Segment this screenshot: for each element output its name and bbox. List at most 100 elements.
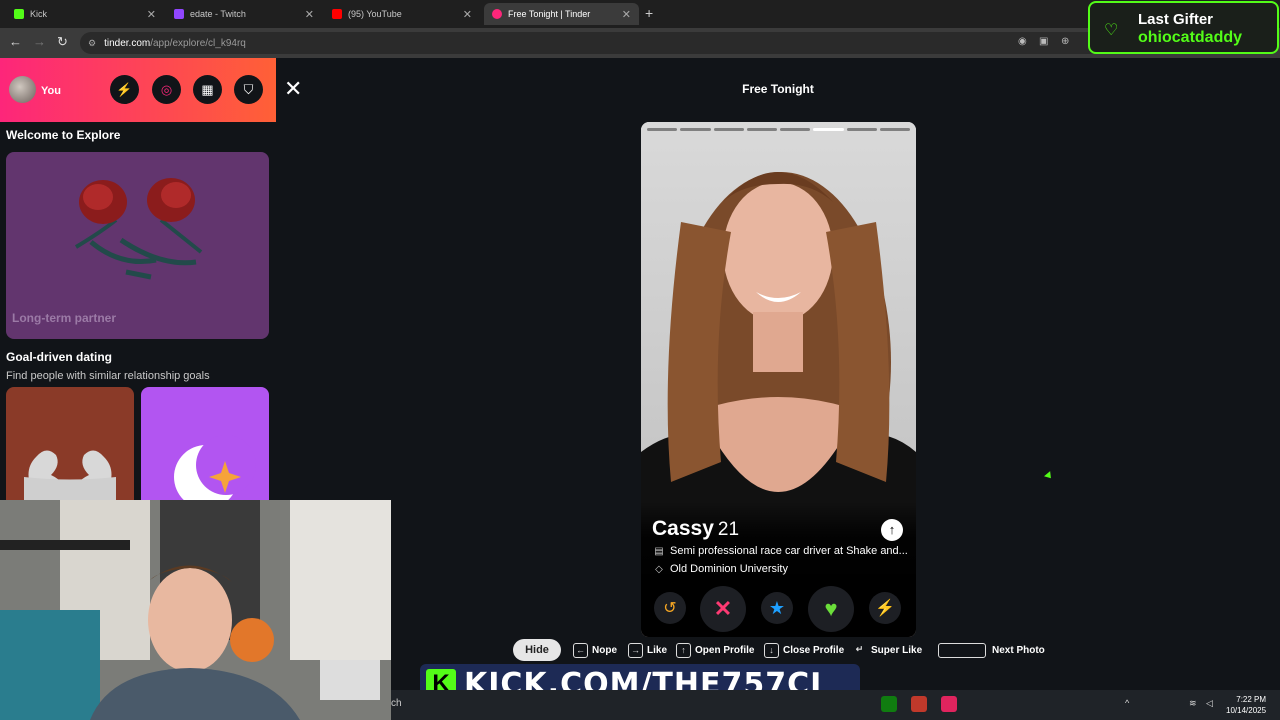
tab-youtube[interactable]: (95) YouTube ✕ bbox=[324, 3, 480, 25]
app-icon[interactable] bbox=[911, 696, 927, 712]
shield-icon: ⛉ bbox=[243, 81, 254, 97]
install-app-icon[interactable]: ▣ bbox=[1039, 36, 1048, 47]
url-site: tinder.com bbox=[104, 37, 151, 49]
goal-subtitle: Find people with similar relationship go… bbox=[6, 370, 210, 382]
photo-progress-segment[interactable] bbox=[746, 128, 777, 131]
site-info-icon[interactable]: ⚙ bbox=[88, 38, 96, 49]
photo-progress-segment[interactable] bbox=[780, 128, 811, 131]
kick-icon bbox=[14, 9, 24, 19]
youtube-icon bbox=[332, 9, 342, 19]
graduation-cap-icon: ◇ bbox=[655, 563, 663, 575]
reload-icon[interactable]: ↻ bbox=[57, 34, 68, 50]
wifi-icon[interactable]: ≋ bbox=[1189, 698, 1197, 709]
super-like-button[interactable]: ★ bbox=[761, 592, 793, 624]
compass-icon: ◎ bbox=[160, 81, 173, 97]
welcome-title: Welcome to Explore bbox=[6, 128, 121, 142]
app-icon[interactable] bbox=[941, 696, 957, 712]
briefcase-icon: ▦ bbox=[201, 81, 214, 97]
hint-super-like-label: Super Like bbox=[871, 644, 923, 656]
gifter-title: Last Gifter bbox=[1138, 11, 1214, 28]
windows-taskbar: ch ^ ≋ ◁ 7:22 PM 10/14/2025 bbox=[391, 690, 1280, 720]
location-icon[interactable]: ◉ bbox=[1018, 36, 1027, 47]
page-title: Free Tonight bbox=[742, 82, 814, 96]
hint-open-profile: ↑ Open Profile bbox=[676, 639, 754, 661]
longterm-partner-label: Long-term partner bbox=[12, 311, 117, 325]
profile-label[interactable]: You bbox=[41, 85, 61, 97]
explore-sidebar: You ⚡ ◎ ▦ ⛉ Welcome to Explore Long-term… bbox=[0, 58, 276, 500]
taskbar-clock[interactable]: 7:22 PM 10/14/2025 bbox=[1226, 694, 1266, 716]
age-text: 21 bbox=[717, 519, 740, 540]
forward-icon[interactable]: → bbox=[33, 34, 46, 49]
address-bar[interactable]: ⚙ tinder.com/app/explore/cl_k94rq bbox=[80, 32, 1100, 54]
nope-button[interactable]: ✕ bbox=[700, 586, 746, 632]
open-profile-button[interactable]: ↑ bbox=[881, 519, 903, 541]
close-icon[interactable]: ✕ bbox=[284, 76, 302, 102]
xbox-icon[interactable] bbox=[881, 696, 897, 712]
clock-time: 7:22 PM bbox=[1236, 695, 1267, 704]
photo-progress-segment[interactable] bbox=[813, 128, 844, 131]
back-icon[interactable]: ← bbox=[9, 34, 22, 49]
close-tab-icon[interactable]: ✕ bbox=[305, 8, 314, 21]
arrow-up-icon: ↑ bbox=[888, 522, 896, 537]
photo-progress-segment[interactable] bbox=[846, 128, 877, 131]
school-text: Old Dominion University bbox=[670, 563, 788, 575]
moon-card[interactable] bbox=[141, 387, 269, 500]
rewind-icon: ↺ bbox=[663, 600, 677, 617]
heart-icon: ♡ bbox=[1104, 22, 1119, 39]
profile-card[interactable]: Cassy 21 ↑ ▤ Semi professional race car d… bbox=[641, 122, 916, 637]
photo-progress-segment[interactable] bbox=[879, 128, 910, 131]
tab-label: Kick bbox=[30, 9, 48, 19]
job-text: Semi professional race car driver at Sha… bbox=[670, 545, 908, 557]
close-tab-icon[interactable]: ✕ bbox=[622, 8, 631, 21]
zoom-icon[interactable]: ⊕ bbox=[1061, 36, 1069, 47]
tinder-icon bbox=[492, 9, 502, 19]
chevron-up-icon[interactable]: ^ bbox=[1125, 698, 1129, 708]
photo-progress-segment[interactable] bbox=[680, 128, 711, 131]
hint-close-profile: ↓ Close Profile bbox=[764, 639, 844, 661]
hint-close-profile-label: Close Profile bbox=[783, 644, 845, 656]
safety-button[interactable]: ⛉ bbox=[234, 75, 263, 104]
close-tab-icon[interactable]: ✕ bbox=[463, 8, 472, 21]
close-tab-icon[interactable]: ✕ bbox=[147, 8, 156, 21]
boost-button[interactable]: ⚡ bbox=[110, 75, 139, 104]
tab-kick[interactable]: Kick ✕ bbox=[6, 3, 164, 25]
photo-progress bbox=[647, 128, 910, 131]
swans-card[interactable] bbox=[6, 387, 134, 500]
hint-next-photo-label: Next Photo bbox=[992, 644, 1045, 656]
tab-tinder[interactable]: Free Tonight | Tinder ✕ bbox=[484, 3, 639, 25]
hint-open-profile-label: Open Profile bbox=[695, 644, 755, 656]
photo-progress-segment[interactable] bbox=[713, 128, 744, 131]
taskbar-search[interactable]: ch bbox=[391, 698, 402, 709]
moon-icon bbox=[174, 435, 256, 500]
work-button[interactable]: ▦ bbox=[193, 75, 222, 104]
star-icon: ★ bbox=[768, 597, 786, 618]
swans-icon bbox=[24, 450, 116, 500]
heart-icon: ♥ bbox=[824, 596, 838, 621]
last-gifter-overlay: ♡ Last Gifter ohiocatdaddy bbox=[1088, 1, 1279, 54]
explore-button[interactable]: ◎ bbox=[152, 75, 181, 104]
volume-icon[interactable]: ◁ bbox=[1206, 698, 1213, 709]
rewind-button[interactable]: ↺ bbox=[654, 592, 686, 624]
tab-twitch[interactable]: edate - Twitch ✕ bbox=[166, 3, 322, 25]
lightning-icon: ⚡ bbox=[116, 81, 133, 97]
like-button[interactable]: ♥ bbox=[808, 586, 854, 632]
arrow-right-key-icon: → bbox=[628, 642, 643, 658]
clock-date: 10/14/2025 bbox=[1226, 706, 1267, 715]
new-tab-icon[interactable]: + bbox=[645, 5, 653, 21]
x-icon: ✕ bbox=[713, 596, 733, 621]
boost-button[interactable]: ⚡ bbox=[869, 592, 901, 624]
longterm-partner-card[interactable]: Long-term partner bbox=[6, 152, 269, 339]
tab-label: Free Tonight | Tinder bbox=[508, 9, 591, 19]
hint-like: → Like bbox=[628, 639, 667, 661]
job-row: ▤ Semi professional race car driver at S… bbox=[652, 545, 908, 557]
webcam-video bbox=[0, 500, 391, 720]
enter-key-icon: ↵ bbox=[855, 643, 864, 654]
hide-hints-button[interactable]: Hide bbox=[513, 639, 561, 661]
photo-progress-segment[interactable] bbox=[647, 128, 678, 131]
hint-like-label: Like bbox=[647, 644, 668, 656]
arrow-down-key-icon: ↓ bbox=[764, 642, 779, 658]
twitch-icon bbox=[174, 9, 184, 19]
avatar[interactable] bbox=[9, 76, 36, 103]
arrow-left-key-icon: ← bbox=[573, 642, 588, 658]
gifter-name: ohiocatdaddy bbox=[1138, 29, 1243, 46]
